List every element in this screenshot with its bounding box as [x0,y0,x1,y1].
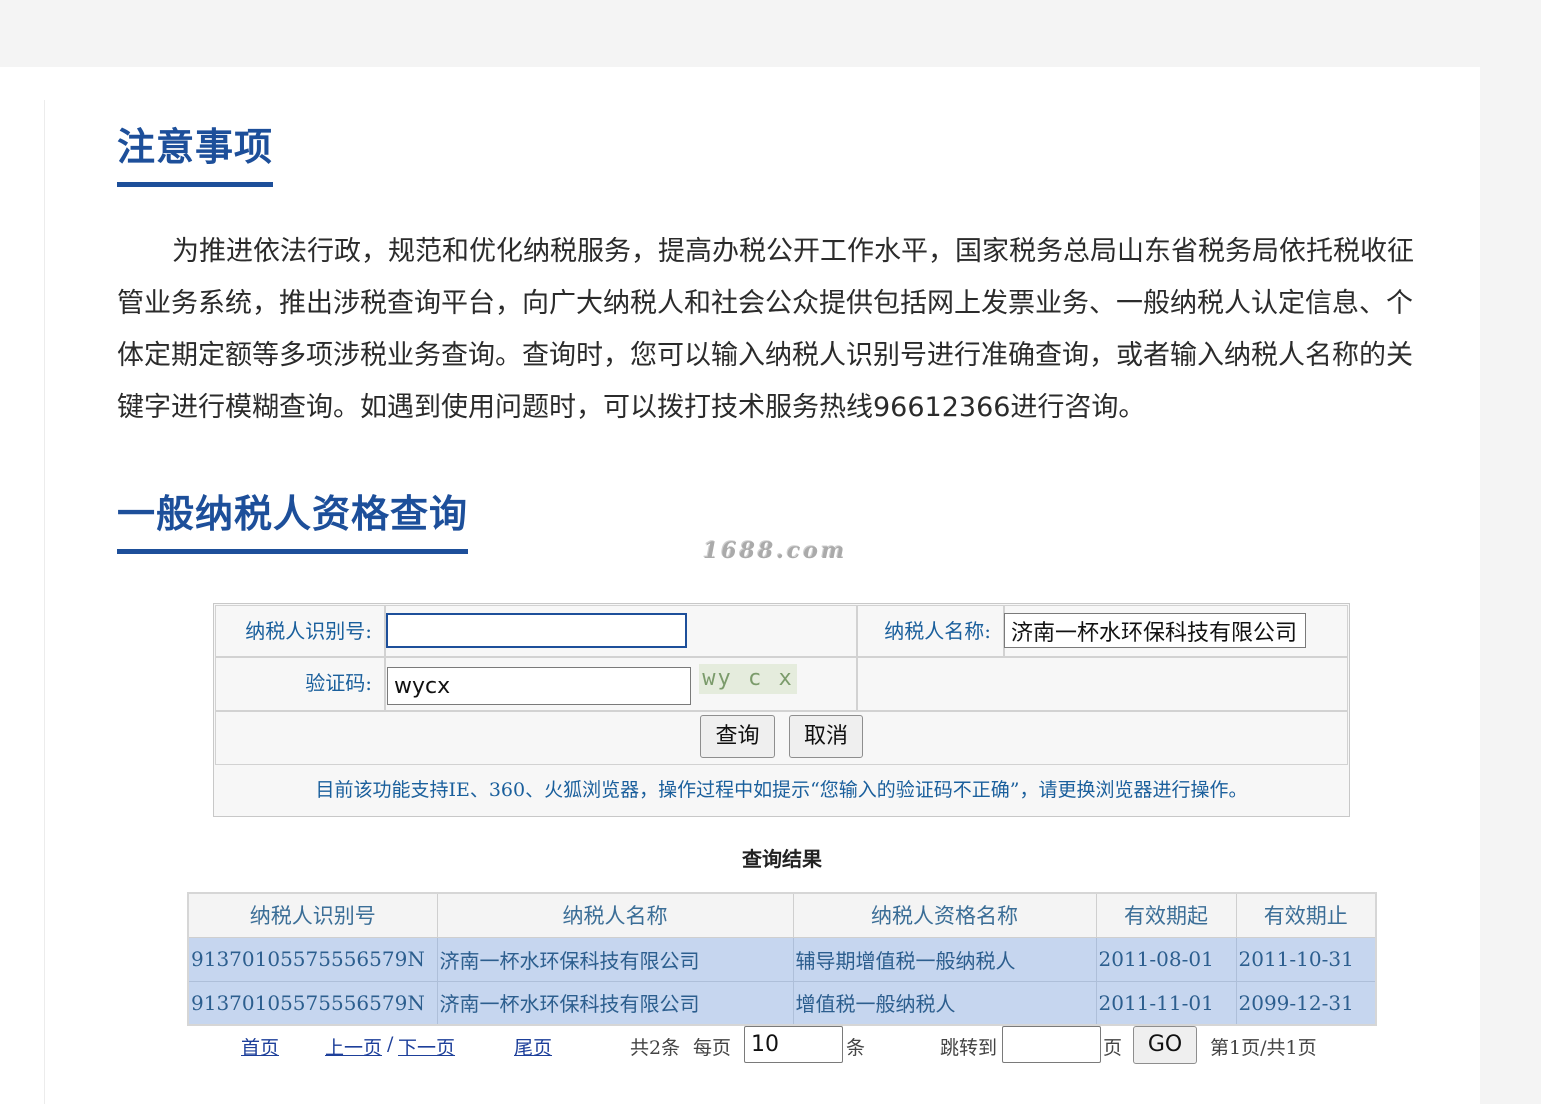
col-valid-to: 有效期止 [1235,892,1377,938]
panel-divider [44,100,45,1104]
total-count: 共2条 [630,1037,681,1059]
empty-cell [857,657,1348,711]
captcha-input[interactable] [387,667,691,705]
cell-qualification: 增值税一般纳税人 [792,980,1097,1026]
cell-taxpayer-name: 济南一杯水环保科技有限公司 [436,980,794,1026]
cell-taxpayer-id: 91370105575556579N [187,980,438,1026]
cell-valid-to: 2099-12-31 [1235,980,1377,1026]
go-button[interactable]: GO [1133,1026,1197,1064]
results-title: 查询结果 [742,847,822,871]
table-row: 91370105575556579N 济南一杯水环保科技有限公司 辅导期增值税一… [187,936,1377,982]
pagination: 首页 上一页 / 下一页 尾页 共2条 每页 条 跳转到 页 GO 第1页/共1… [0,1024,1541,1068]
jump-page-input[interactable] [1002,1026,1101,1063]
taxpayer-name-label: 纳税人名称: [857,605,1004,657]
first-page-link[interactable]: 首页 [241,1033,279,1060]
per-page-input[interactable] [744,1026,843,1063]
table-row: 91370105575556579N 济南一杯水环保科技有限公司 增值税一般纳税… [187,980,1377,1026]
col-qualification: 纳税人资格名称 [792,892,1097,938]
page-unit: 页 [1103,1037,1123,1059]
col-taxpayer-name: 纳税人名称 [436,892,794,938]
last-page-link[interactable]: 尾页 [514,1033,552,1060]
notice-text: 为推进依法行政，规范和优化纳税服务，提高办税公开工作水平，国家税务总局山东省税务… [117,236,1414,423]
captcha-image[interactable]: wy c x [699,664,797,694]
jump-label: 跳转到 [940,1037,998,1059]
cell-taxpayer-id: 91370105575556579N [187,936,438,982]
captcha-label: 验证码: [215,657,385,711]
watermark: 1688.com [703,538,848,564]
cell-qualification: 辅导期增值税一般纳税人 [792,936,1097,982]
per-page-unit: 条 [846,1037,866,1059]
next-page-link[interactable]: 下一页 [398,1033,455,1060]
browser-hint: 目前该功能支持IE、360、火狐浏览器，操作过程中如提示“您输入的验证码不正确”… [315,779,1248,801]
results-header-row: 纳税人识别号 纳税人名称 纳税人资格名称 有效期起 有效期止 [187,892,1377,938]
per-page-label: 每页 [693,1037,732,1059]
prev-page-link[interactable]: 上一页 [325,1033,382,1060]
taxpayer-id-label: 纳税人识别号: [215,605,385,657]
pager-separator: / [387,1033,394,1055]
taxpayer-id-input[interactable] [386,613,687,648]
cell-taxpayer-name: 济南一杯水环保科技有限公司 [436,936,794,982]
page-status: 第1页/共1页 [1210,1037,1317,1059]
col-valid-from: 有效期起 [1095,892,1237,938]
cell-valid-to: 2011-10-31 [1235,936,1377,982]
query-section-title: 一般纳税人资格查询 [117,489,469,554]
col-taxpayer-id: 纳税人识别号 [187,892,438,938]
notice-title: 注意事项 [117,122,274,187]
button-row [215,711,1348,765]
results-table: 纳税人识别号 纳税人名称 纳税人资格名称 有效期起 有效期止 913701055… [187,892,1377,1026]
cell-valid-from: 2011-11-01 [1095,980,1237,1026]
cell-valid-from: 2011-08-01 [1095,936,1237,982]
search-button[interactable]: 查询 [700,715,775,758]
cancel-button[interactable]: 取消 [789,715,863,758]
taxpayer-name-input[interactable] [1004,613,1306,648]
